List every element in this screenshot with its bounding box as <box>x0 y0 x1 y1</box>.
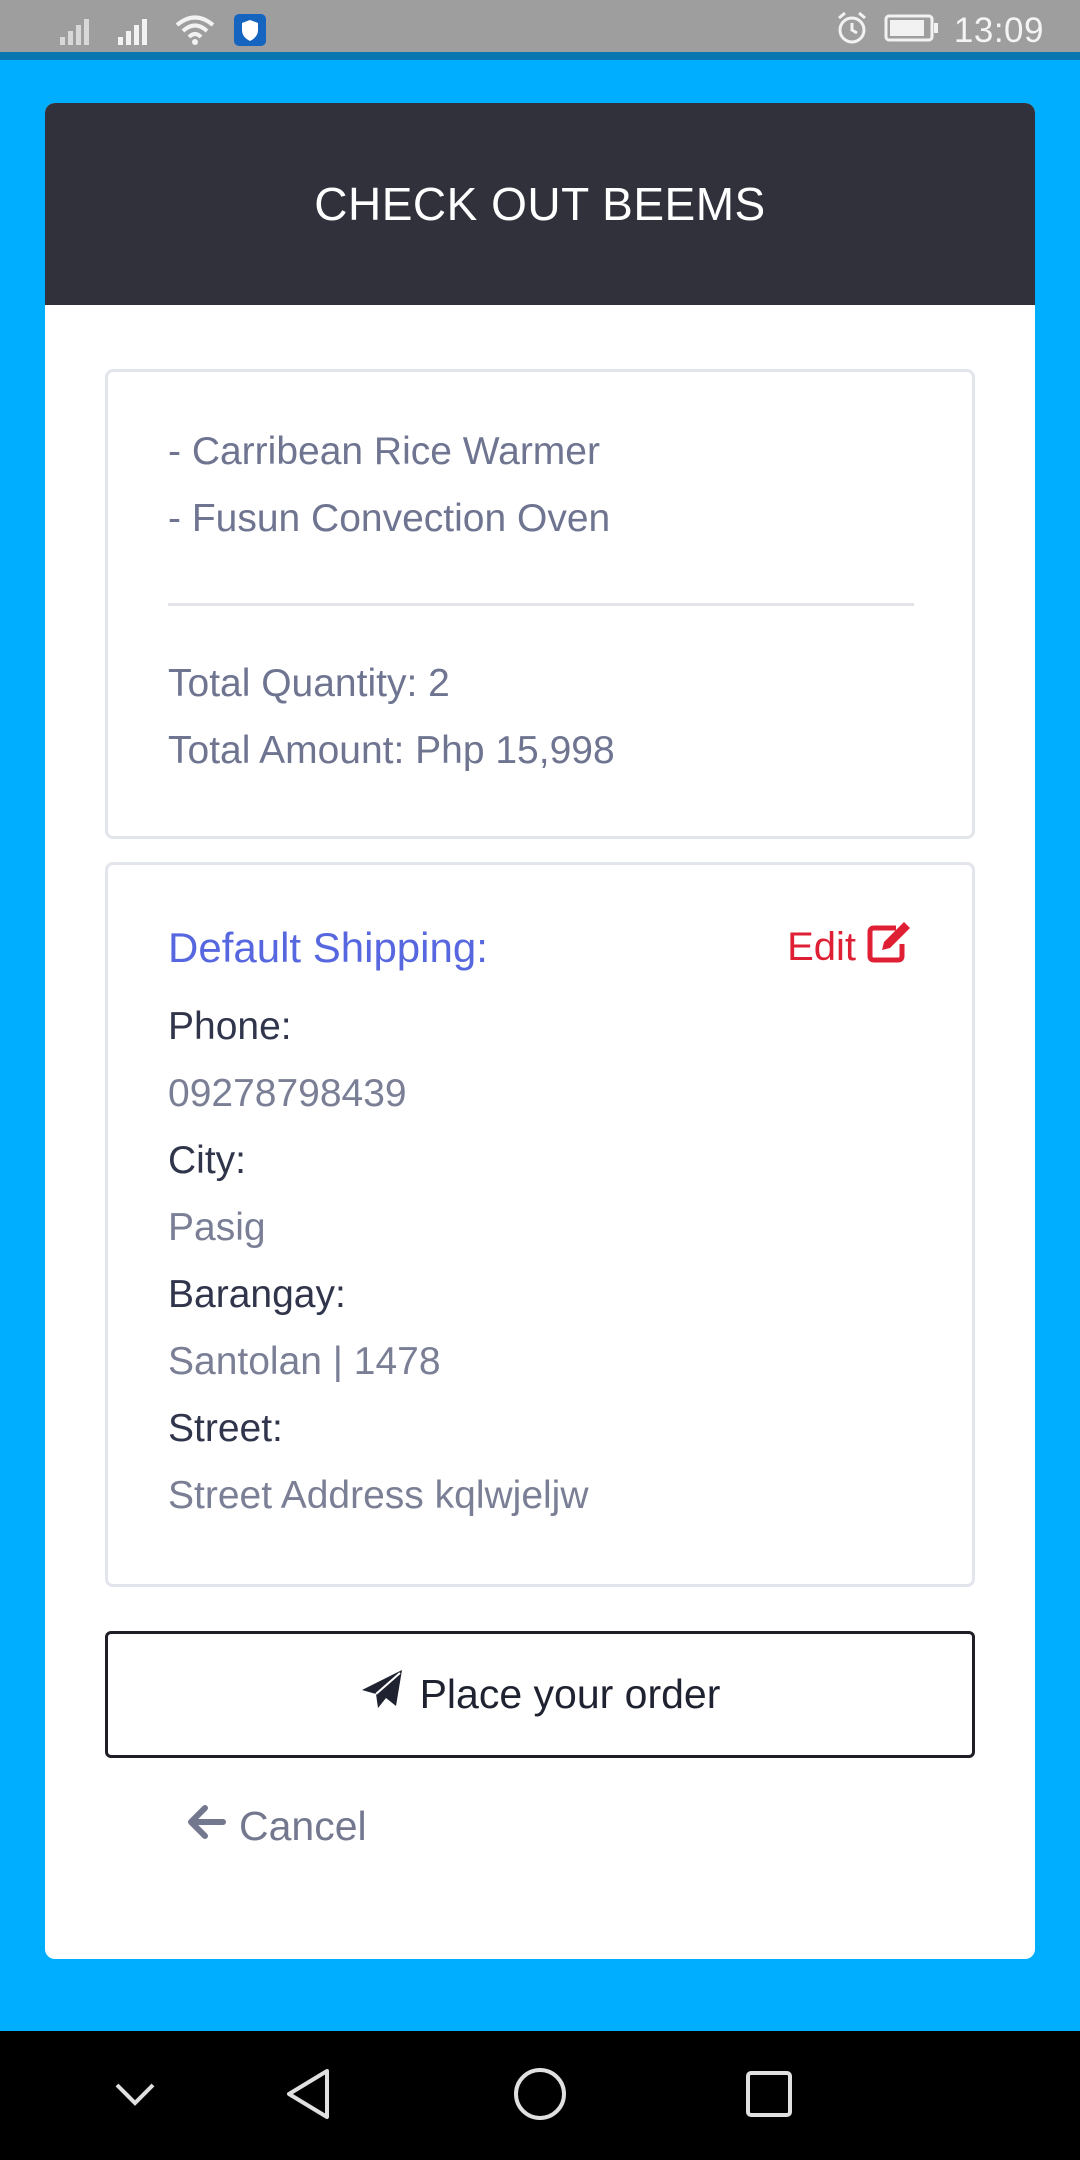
total-quantity: Total Quantity: 2 <box>168 662 450 705</box>
navigation-bar <box>0 2031 1080 2160</box>
phone-label: Phone: <box>168 1005 292 1048</box>
battery-icon <box>884 13 940 48</box>
phone-value: 09278798439 <box>168 1072 407 1115</box>
edit-icon <box>866 920 914 974</box>
status-icons-right: 13:09 <box>834 10 1044 51</box>
checkout-modal: CHECK OUT BEEMS - Carribean Rice Warmer … <box>45 103 1035 1959</box>
edit-shipping-button[interactable]: Edit <box>787 920 914 974</box>
divider <box>168 603 914 606</box>
street-label: Street: <box>168 1407 283 1450</box>
place-order-button[interactable]: Place your order <box>105 1631 975 1758</box>
status-bar: 13:09 <box>0 0 1080 60</box>
modal-header: CHECK OUT BEEMS <box>45 103 1035 305</box>
status-icons-left <box>58 14 266 51</box>
shipping-title: Default Shipping: <box>168 924 488 971</box>
status-time: 13:09 <box>953 10 1044 50</box>
recents-icon[interactable] <box>734 2059 804 2129</box>
home-icon[interactable] <box>505 2059 575 2129</box>
street-value: Street Address kqlwjeljw <box>168 1474 589 1517</box>
shield-icon <box>234 14 266 51</box>
alarm-icon <box>834 10 870 51</box>
shipping-panel: Default Shipping: Edit Phone: 0927879843… <box>105 862 975 1587</box>
barangay-label: Barangay: <box>168 1273 346 1316</box>
signal-icon <box>116 15 156 50</box>
order-summary-panel: - Carribean Rice Warmer - Fusun Convecti… <box>105 369 975 839</box>
order-item: - Carribean Rice Warmer <box>168 430 600 473</box>
chevron-down-icon[interactable] <box>100 2059 170 2129</box>
barangay-value: Santolan | 1478 <box>168 1340 441 1383</box>
wifi-icon <box>174 14 216 51</box>
cancel-button[interactable]: Cancel <box>187 1803 367 1850</box>
arrow-left-icon <box>187 1803 227 1850</box>
order-item: - Fusun Convection Oven <box>168 497 611 540</box>
total-amount: Total Amount: Php 15,998 <box>168 729 615 772</box>
city-label: City: <box>168 1139 246 1182</box>
city-value: Pasig <box>168 1206 266 1249</box>
signal-icon <box>58 15 98 50</box>
back-icon[interactable] <box>273 2059 343 2129</box>
paper-plane-icon <box>360 1668 404 1722</box>
edit-label: Edit <box>787 924 856 969</box>
modal-title: CHECK OUT BEEMS <box>314 178 766 230</box>
place-order-label: Place your order <box>419 1671 721 1717</box>
cancel-label: Cancel <box>239 1803 367 1849</box>
